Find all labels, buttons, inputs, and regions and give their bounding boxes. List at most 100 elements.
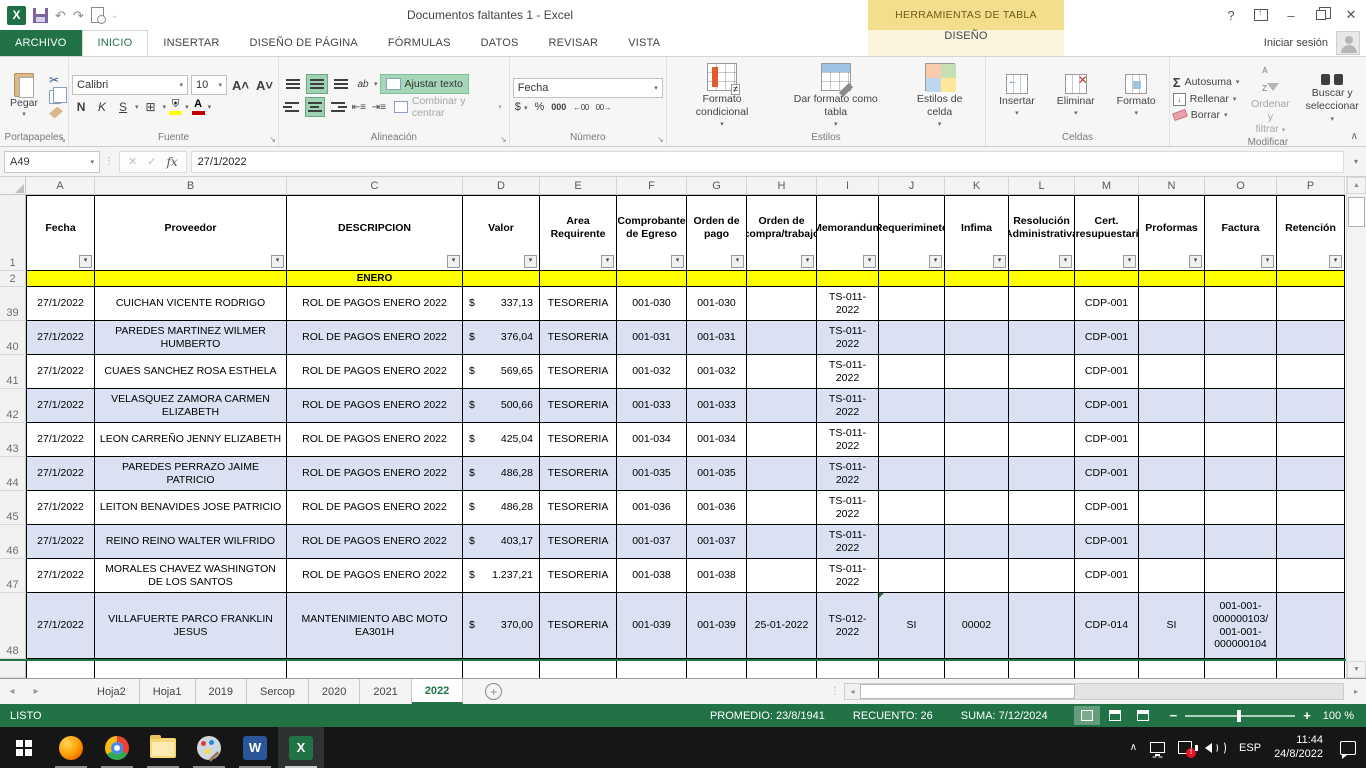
normal-view-button[interactable] [1074,706,1100,725]
column-header-g[interactable]: G [687,177,747,195]
cell-m43[interactable]: CDP-001 [1075,423,1139,457]
taskbar-word[interactable]: W [232,727,278,768]
confirm-entry-icon[interactable]: ✓ [147,155,156,168]
cell-l49[interactable] [1009,661,1075,678]
cell-j43[interactable] [879,423,945,457]
sheet-tab-2022[interactable]: 2022 [412,679,463,704]
sheet-nav-right-icon[interactable]: ▸ [24,679,48,704]
cell-g42[interactable]: 001-033 [687,389,747,423]
cell-m46[interactable]: CDP-001 [1075,525,1139,559]
cell-h40[interactable] [747,321,817,355]
cell-n45[interactable] [1139,491,1205,525]
horizontal-scroll-thumb[interactable] [860,684,1075,699]
horizontal-scrollbar[interactable]: ◂ [844,683,1344,700]
cell-i40[interactable]: TS-011-2022 [817,321,879,355]
cell-a47[interactable]: 27/1/2022 [26,559,95,593]
page-layout-view-button[interactable] [1102,706,1128,725]
shrink-font-button[interactable]: A˅ [254,76,275,94]
taskbar-chrome[interactable] [94,727,140,768]
cell-b40[interactable]: PAREDES MARTINEZ WILMER HUMBERTO [95,321,287,355]
cell-c44[interactable]: ROL DE PAGOS ENERO 2022 [287,457,463,491]
italic-button[interactable]: K [93,98,111,116]
align-left-button[interactable] [282,97,303,117]
filter-button-p[interactable]: ▾ [1329,255,1342,268]
cell-o39[interactable] [1205,287,1277,321]
cell-h46[interactable] [747,525,817,559]
help-button[interactable]: ? [1216,0,1246,30]
cell-e47[interactable]: TESORERIA [540,559,617,593]
cell-n46[interactable] [1139,525,1205,559]
cell-f39[interactable]: 001-030 [617,287,687,321]
cell-e43[interactable]: TESORERIA [540,423,617,457]
cell-i44[interactable]: TS-011-2022 [817,457,879,491]
scroll-up-icon[interactable]: ▲ [1347,177,1366,194]
cell-c49[interactable] [287,661,463,678]
cell-c46[interactable]: ROL DE PAGOS ENERO 2022 [287,525,463,559]
increase-decimal-button[interactable]: ←00 [573,103,588,112]
cell-k40[interactable] [945,321,1009,355]
cell-d48[interactable]: $370,00 [463,593,540,659]
cell-e40[interactable]: TESORERIA [540,321,617,355]
filter-button-d[interactable]: ▾ [524,255,537,268]
column-header-f[interactable]: F [617,177,687,195]
tab-dise-o[interactable]: DISEÑO [868,30,1064,42]
cell-f40[interactable]: 001-031 [617,321,687,355]
scroll-down-icon[interactable]: ▼ [1347,661,1366,678]
cell-f43[interactable]: 001-034 [617,423,687,457]
cell-i46[interactable]: TS-011-2022 [817,525,879,559]
taskbar-excel-active[interactable]: X [278,727,324,768]
percent-format-button[interactable]: % [534,101,544,113]
cell-m45[interactable]: CDP-001 [1075,491,1139,525]
bold-button[interactable]: N [72,98,90,116]
band-cell-k[interactable] [945,271,1009,287]
cell-f44[interactable]: 001-035 [617,457,687,491]
cell-f46[interactable]: 001-037 [617,525,687,559]
sheet-tab-hoja2[interactable]: Hoja2 [84,679,140,704]
filter-button-c[interactable]: ▾ [447,255,460,268]
cell-l40[interactable] [1009,321,1075,355]
sheet-tab-2020[interactable]: 2020 [309,679,360,704]
cell-j48[interactable]: SI [879,593,945,659]
print-preview-icon[interactable] [91,7,104,23]
cell-g43[interactable]: 001-034 [687,423,747,457]
cell-j42[interactable] [879,389,945,423]
cell-k39[interactable] [945,287,1009,321]
namebox-splitter[interactable]: ⋮ [104,156,115,167]
redo-icon[interactable]: ↷ [73,9,84,22]
sheet-tab-sercop[interactable]: Sercop [247,679,309,704]
filter-button-i[interactable]: ▾ [863,255,876,268]
sign-in-link[interactable]: Iniciar sesión [1264,30,1328,56]
cell-m48[interactable]: CDP-014 [1075,593,1139,659]
vertical-scroll-thumb[interactable] [1348,197,1365,227]
cell-e48[interactable]: TESORERIA [540,593,617,659]
cell-d40[interactable]: $376,04 [463,321,540,355]
cell-a45[interactable]: 27/1/2022 [26,491,95,525]
language-indicator[interactable]: ESP [1239,742,1261,754]
cell-n43[interactable] [1139,423,1205,457]
cell-l47[interactable] [1009,559,1075,593]
cell-b39[interactable]: CUICHAN VICENTE RODRIGO [95,287,287,321]
cell-l45[interactable] [1009,491,1075,525]
cell-a39[interactable]: 27/1/2022 [26,287,95,321]
band-cell-m[interactable] [1075,271,1139,287]
format-as-table-button[interactable]: Dar formato como tabla▾ [776,62,895,129]
cell-g40[interactable]: 001-031 [687,321,747,355]
cell-p43[interactable] [1277,423,1345,457]
filter-button-f[interactable]: ▾ [671,255,684,268]
filter-button-a[interactable]: ▾ [79,255,92,268]
vertical-scrollbar[interactable]: ▲ ▼ [1346,177,1366,678]
wrap-text-button[interactable]: Ajustar texto [380,74,469,94]
cell-b46[interactable]: REINO REINO WALTER WILFRIDO [95,525,287,559]
ribbon-options-button[interactable] [1246,0,1276,30]
tab-f-rmulas[interactable]: FÓRMULAS [373,30,466,56]
cell-o45[interactable] [1205,491,1277,525]
cell-o42[interactable] [1205,389,1277,423]
cell-a48[interactable]: 27/1/2022 [26,593,95,659]
format-painter-icon[interactable] [49,107,63,119]
band-cell-b[interactable] [95,271,287,287]
minimize-button[interactable]: – [1276,0,1306,30]
fill-button[interactable]: ↓Rellenar▾ [1173,93,1240,106]
cell-f42[interactable]: 001-033 [617,389,687,423]
decrease-indent-button[interactable]: ⇤≡ [350,98,368,116]
header-cell-b[interactable]: Proveedor▾ [95,195,287,271]
